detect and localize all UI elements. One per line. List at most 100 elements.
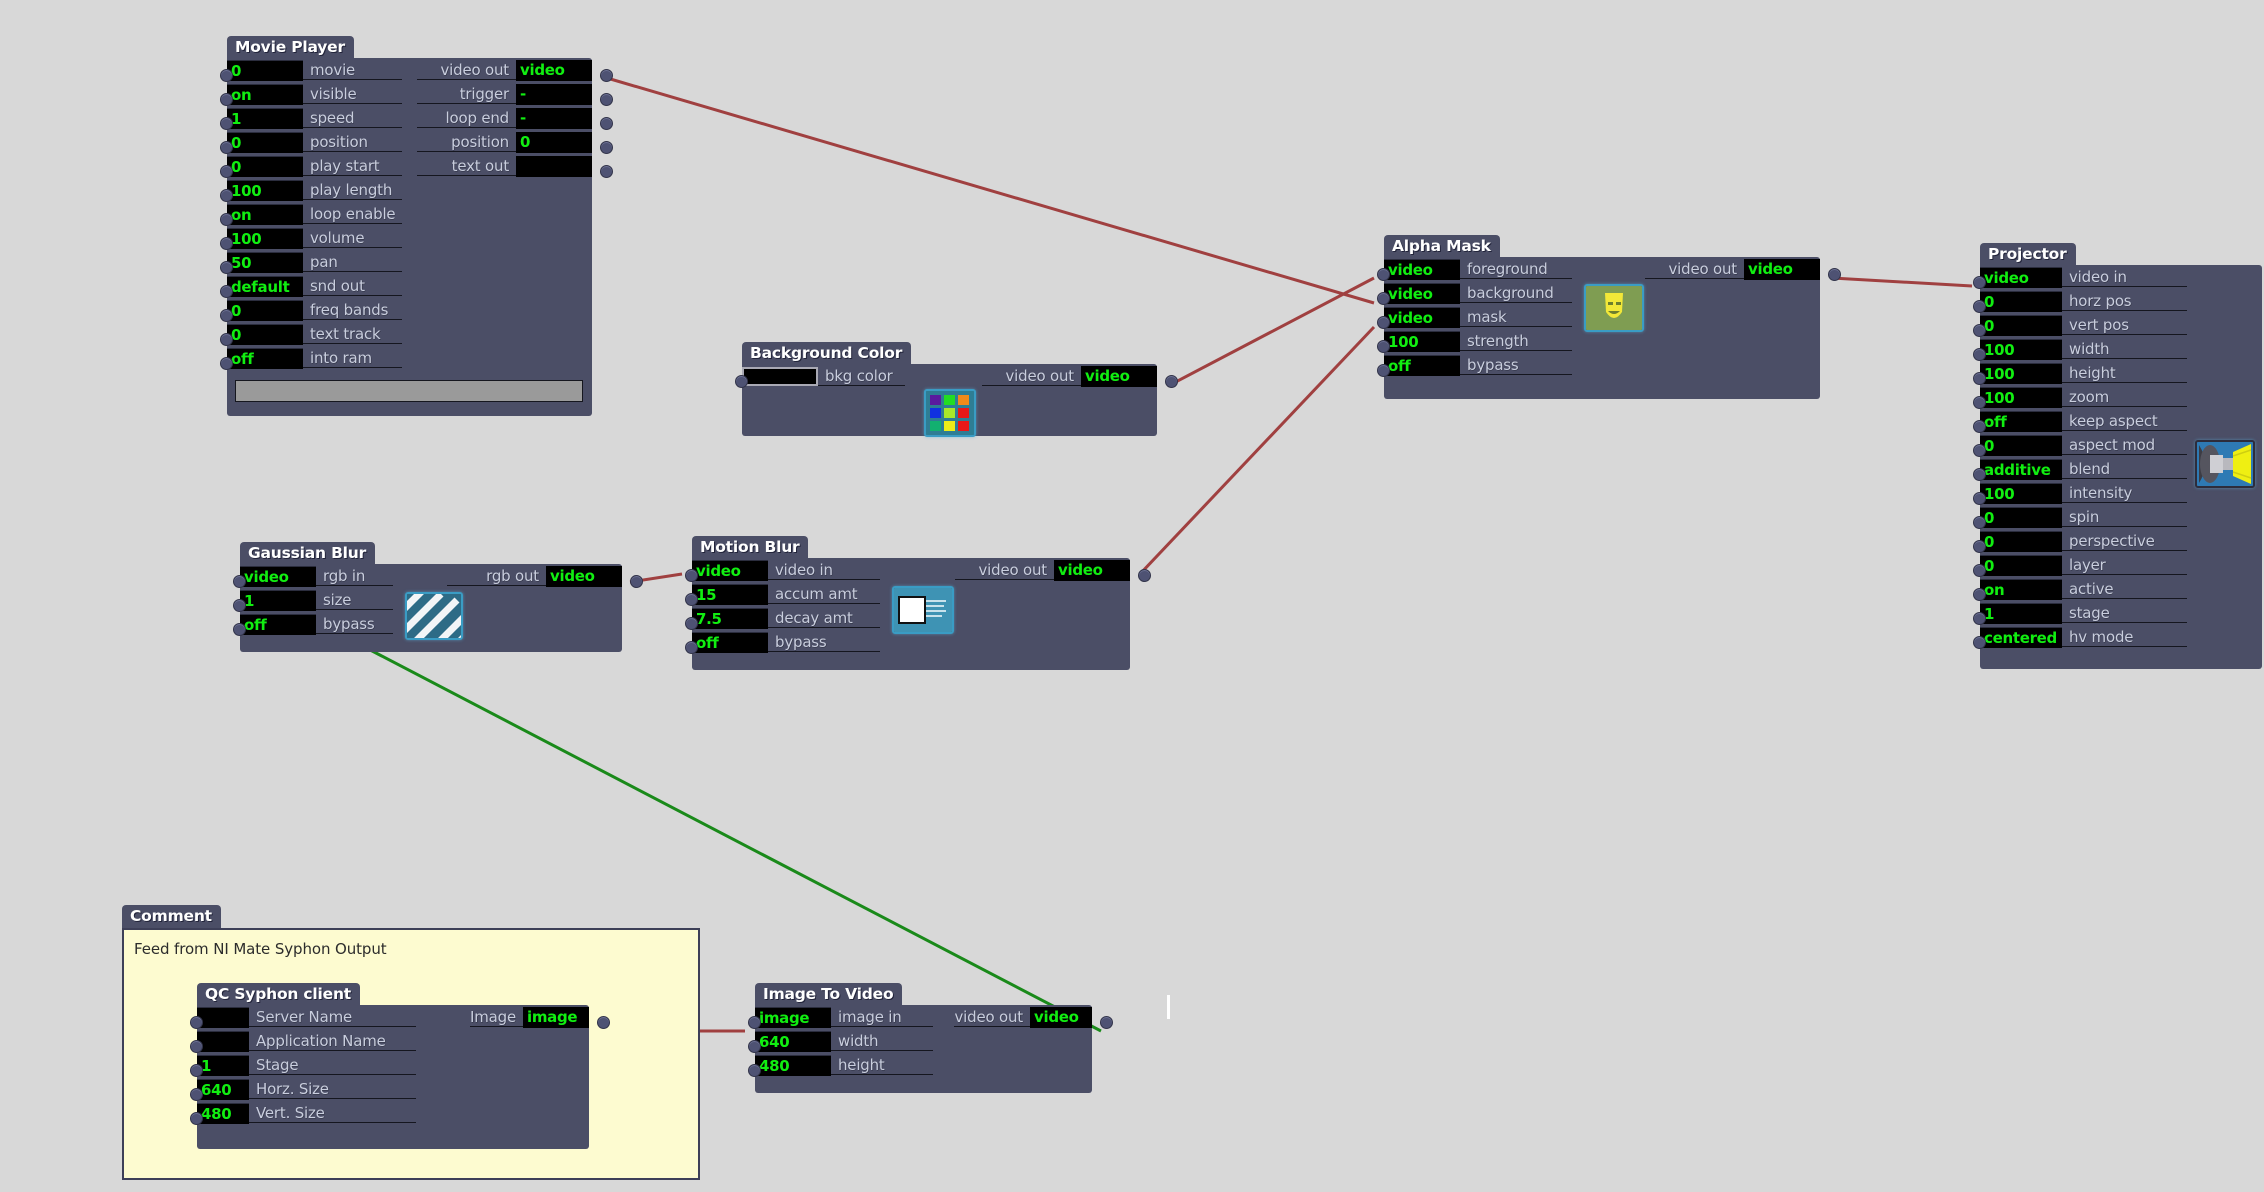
- port-in-horz-pos[interactable]: [1973, 300, 1986, 313]
- value-video-out[interactable]: video: [516, 59, 592, 81]
- port-in-strength[interactable]: [1377, 340, 1390, 353]
- value-foreground[interactable]: video: [1384, 258, 1460, 280]
- port-out-rgb-out[interactable]: [630, 575, 643, 588]
- port-in-intensity[interactable]: [1973, 492, 1986, 505]
- port-in-am-bypass[interactable]: [1377, 364, 1390, 377]
- port-in-projector-video-in[interactable]: [1973, 276, 1986, 289]
- node-title-comment[interactable]: Comment: [122, 905, 221, 928]
- value-syphon-image[interactable]: image: [523, 1006, 589, 1028]
- port-out-itv-video-out[interactable]: [1100, 1016, 1113, 1029]
- port-in-accum-amt[interactable]: [685, 593, 698, 606]
- value-play-start[interactable]: 0: [227, 155, 303, 177]
- value-mb-bypass[interactable]: off: [692, 631, 768, 653]
- port-out-mb-video-out[interactable]: [1138, 569, 1151, 582]
- row-layer[interactable]: 0 layer: [1980, 553, 2262, 577]
- value-into-ram[interactable]: off: [227, 347, 303, 369]
- port-in-image-in[interactable]: [748, 1016, 761, 1029]
- port-in-itv-width[interactable]: [748, 1040, 761, 1053]
- outrow-itv-video-out[interactable]: video out video: [954, 1005, 1092, 1029]
- outrow-syphon-image[interactable]: Image image: [470, 1005, 589, 1029]
- port-in-layer[interactable]: [1973, 564, 1986, 577]
- port-in-freq-bands[interactable]: [220, 309, 233, 322]
- node-background-color[interactable]: Background Color bkg color video out vid…: [735, 342, 1178, 437]
- value-layer[interactable]: 0: [1980, 554, 2062, 576]
- node-title-background-color[interactable]: Background Color: [742, 342, 912, 365]
- value-vert-size[interactable]: 480: [197, 1102, 249, 1124]
- value-accum-amt[interactable]: 15: [692, 583, 768, 605]
- port-in-size[interactable]: [233, 599, 246, 612]
- outrow-text-out[interactable]: text out: [417, 154, 592, 178]
- value-itv-video-out[interactable]: video: [1030, 1006, 1092, 1028]
- port-in-mb-video-in[interactable]: [685, 569, 698, 582]
- port-in-itv-height[interactable]: [748, 1064, 761, 1077]
- port-out-text-out[interactable]: [600, 165, 613, 178]
- port-in-stage[interactable]: [1973, 612, 1986, 625]
- port-in-blend[interactable]: [1973, 468, 1986, 481]
- row-application-name[interactable]: Application Name: [197, 1029, 589, 1053]
- row-itv-width[interactable]: 640 width: [755, 1029, 1092, 1053]
- outrow-position-out[interactable]: position 0: [417, 130, 592, 154]
- port-in-server-name[interactable]: [190, 1016, 203, 1029]
- row-pan[interactable]: 50 pan: [227, 250, 592, 274]
- node-title-alpha-mask[interactable]: Alpha Mask: [1384, 235, 1500, 258]
- value-horz-size[interactable]: 640: [197, 1078, 249, 1100]
- row-strength[interactable]: 100 strength: [1384, 329, 1820, 353]
- port-in-visible[interactable]: [220, 93, 233, 106]
- row-horz-pos[interactable]: 0 horz pos: [1980, 289, 2262, 313]
- row-active[interactable]: on active: [1980, 577, 2262, 601]
- value-position-in[interactable]: 0: [227, 131, 303, 153]
- value-rgb-in[interactable]: video: [240, 565, 316, 587]
- port-in-application-name[interactable]: [190, 1040, 203, 1053]
- colorwell-bkg-color[interactable]: [742, 366, 818, 386]
- row-perspective[interactable]: 0 perspective: [1980, 529, 2262, 553]
- value-trigger[interactable]: -: [516, 83, 592, 105]
- outrow-am-video-out[interactable]: video out video: [1645, 257, 1820, 281]
- row-zoom[interactable]: 100 zoom: [1980, 385, 2262, 409]
- row-stage[interactable]: 1 stage: [1980, 601, 2262, 625]
- outrow-trigger[interactable]: trigger -: [417, 82, 592, 106]
- row-loop-enable[interactable]: on loop enable: [227, 202, 592, 226]
- node-alpha-mask[interactable]: Alpha Mask video foreground video backgrou…: [1377, 235, 1841, 399]
- value-intensity[interactable]: 100: [1980, 482, 2062, 504]
- row-keep-aspect[interactable]: off keep aspect: [1980, 409, 2262, 433]
- outrow-bgcolor-video-out[interactable]: video out video: [982, 364, 1157, 388]
- value-am-video-out[interactable]: video: [1744, 258, 1820, 280]
- node-title-motion-blur[interactable]: Motion Blur: [692, 536, 809, 559]
- port-in-spin[interactable]: [1973, 516, 1986, 529]
- node-title-gaussian-blur[interactable]: Gaussian Blur: [240, 542, 376, 565]
- value-position-out[interactable]: 0: [516, 131, 592, 153]
- port-in-bkg-color[interactable]: [735, 375, 748, 388]
- value-snd-out[interactable]: default: [227, 275, 303, 297]
- row-am-bypass[interactable]: off bypass: [1384, 353, 1820, 377]
- value-loop-end[interactable]: -: [516, 107, 592, 129]
- value-application-name[interactable]: [197, 1030, 249, 1052]
- row-spin[interactable]: 0 spin: [1980, 505, 2262, 529]
- port-in-pan[interactable]: [220, 261, 233, 274]
- row-text-track[interactable]: 0 text track: [227, 322, 592, 346]
- row-volume[interactable]: 100 volume: [227, 226, 592, 250]
- port-in-syphon-stage[interactable]: [190, 1064, 203, 1077]
- value-size[interactable]: 1: [240, 589, 316, 611]
- value-mask[interactable]: video: [1384, 306, 1460, 328]
- node-qc-syphon-client[interactable]: QC Syphon client Server Name Application…: [190, 983, 610, 1149]
- value-mb-video-out[interactable]: video: [1054, 559, 1130, 581]
- value-spin[interactable]: 0: [1980, 506, 2062, 528]
- port-in-mb-bypass[interactable]: [685, 641, 698, 654]
- row-play-length[interactable]: 100 play length: [227, 178, 592, 202]
- node-title-qc-syphon-client[interactable]: QC Syphon client: [197, 983, 360, 1006]
- port-out-bgcolor-video[interactable]: [1165, 375, 1178, 388]
- port-in-mask[interactable]: [1377, 316, 1390, 329]
- node-movie-player[interactable]: Movie Player 0 movie on visible 1 speed 0 po…: [220, 36, 613, 416]
- row-itv-height[interactable]: 480 height: [755, 1053, 1092, 1077]
- port-in-play-length[interactable]: [220, 189, 233, 202]
- patch-canvas[interactable]: Movie Player 0 movie on visible 1 speed 0 po…: [0, 0, 2264, 1192]
- value-gb-bypass[interactable]: off: [240, 613, 316, 635]
- value-width[interactable]: 100: [1980, 338, 2062, 360]
- row-height[interactable]: 100 height: [1980, 361, 2262, 385]
- port-in-vert-size[interactable]: [190, 1112, 203, 1125]
- row-snd-out[interactable]: default snd out: [227, 274, 592, 298]
- value-loop-enable[interactable]: on: [227, 203, 303, 225]
- node-image-to-video[interactable]: Image To Video image image in 640 width 48…: [748, 983, 1113, 1093]
- value-freq-bands[interactable]: 0: [227, 299, 303, 321]
- row-horz-size[interactable]: 640 Horz. Size: [197, 1077, 589, 1101]
